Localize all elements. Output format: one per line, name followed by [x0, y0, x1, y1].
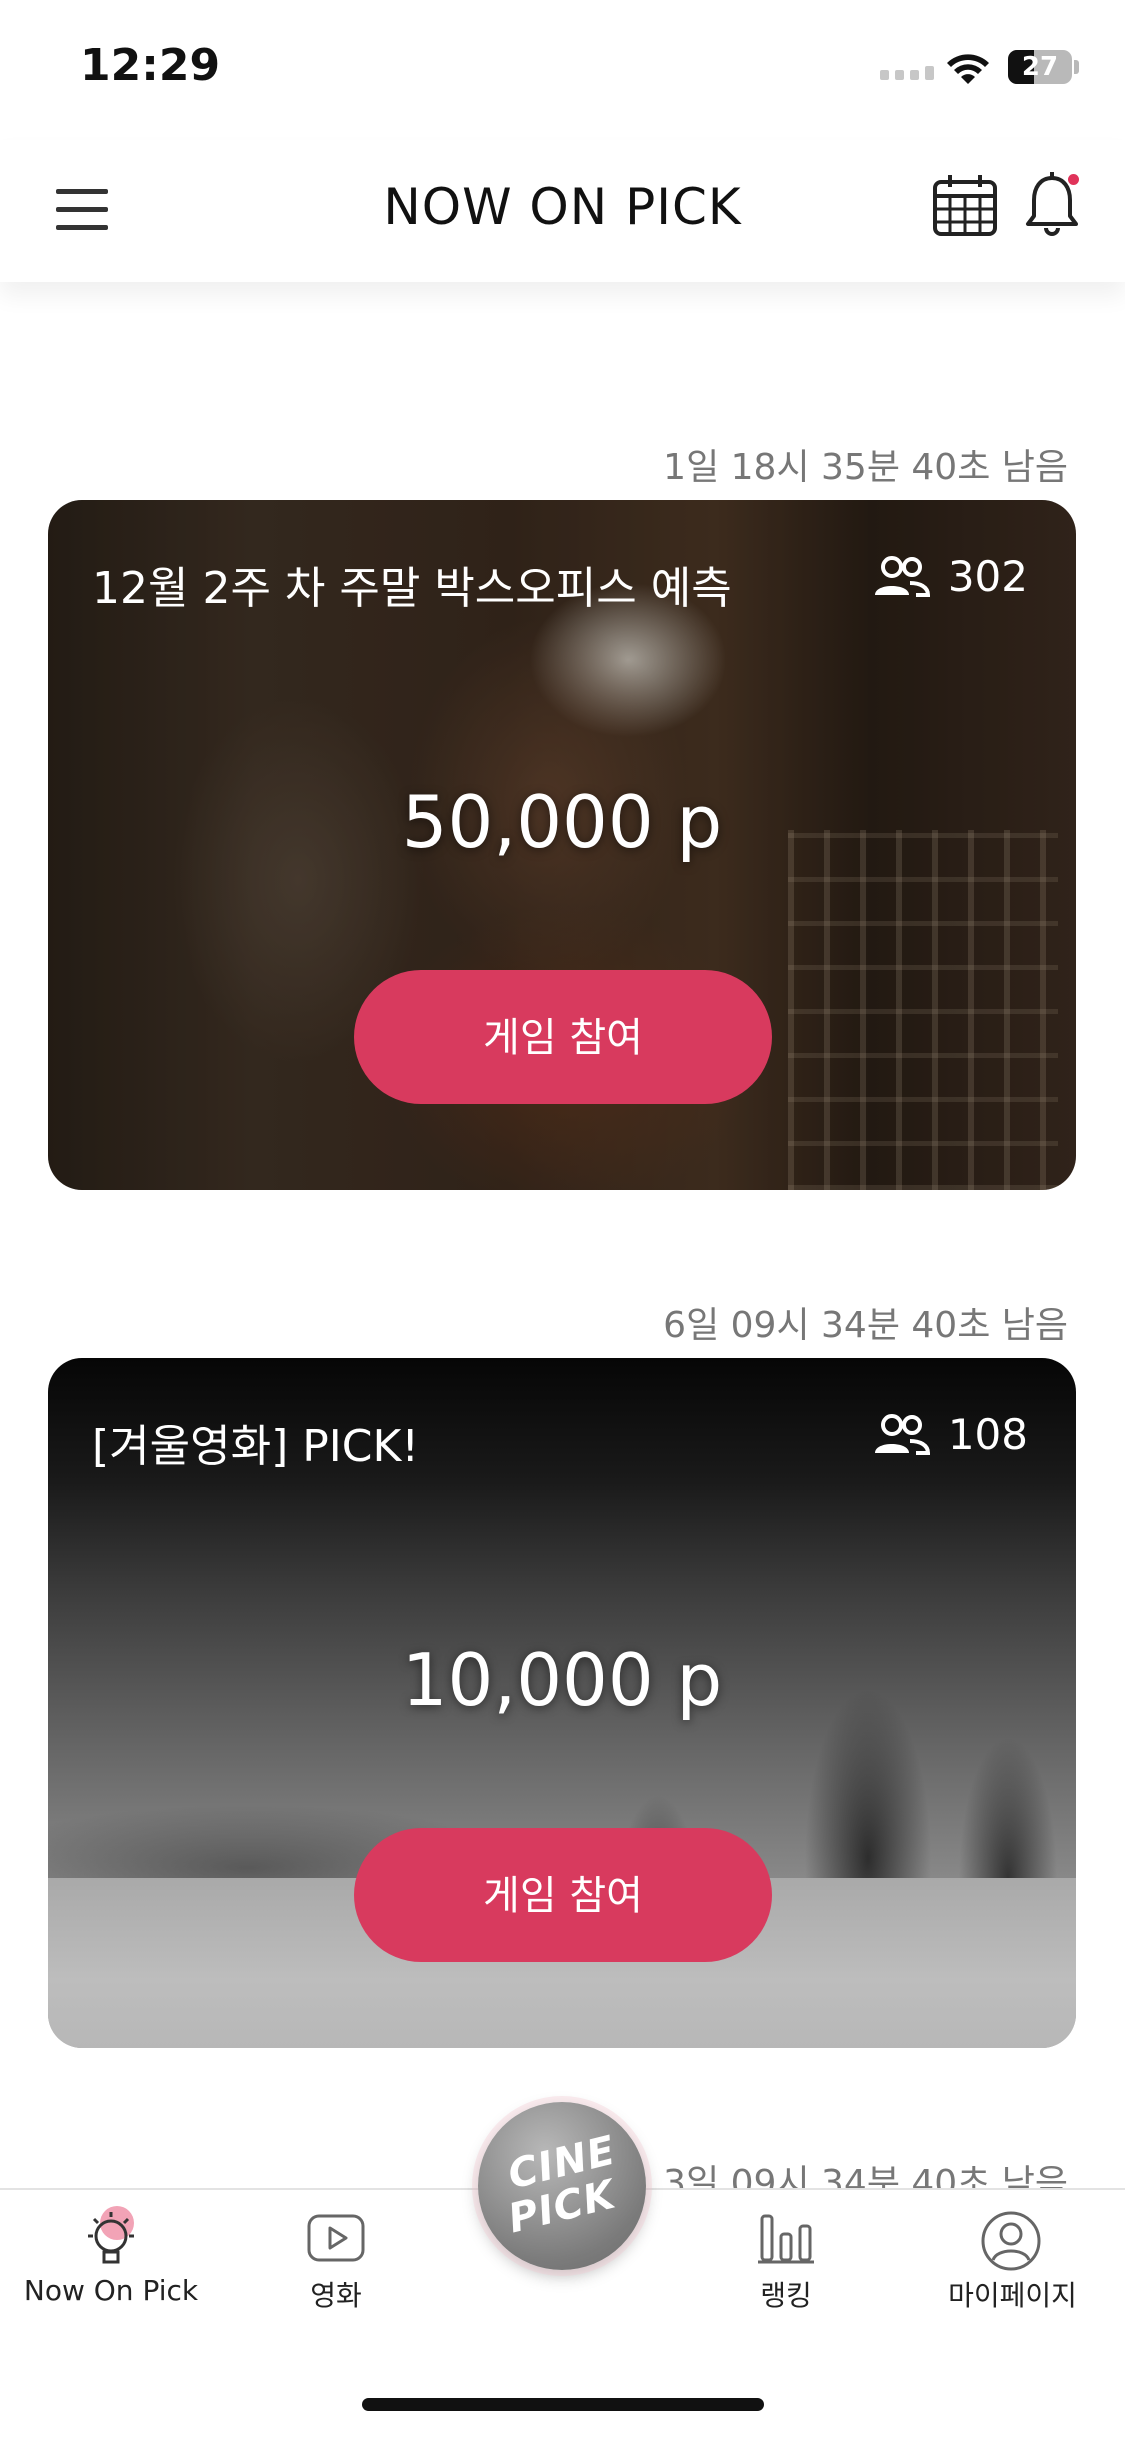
game-card[interactable]: [겨울영화] PICK! 108 10,000 p 게임 참여 [48, 1358, 1076, 2048]
participants: 108 [872, 1410, 1028, 1459]
notification-dot [1068, 174, 1079, 185]
battery-icon: 27 [1008, 50, 1072, 84]
game-card[interactable]: 12월 2주 차 주말 박스오피스 예측 302 50,000 p 게임 참여 [48, 500, 1076, 1190]
cellular-signal-icon [880, 66, 934, 80]
bar-chart-icon [758, 2214, 814, 2264]
calendar-icon[interactable] [930, 170, 1000, 240]
tab-label: Now On Pick [23, 2274, 199, 2307]
join-game-button[interactable]: 게임 참여 [354, 1828, 772, 1962]
prize-points: 50,000 p [401, 780, 723, 864]
tab-label: 마이페이지 [948, 2279, 1077, 2312]
tab-label: 랭킹 [760, 2279, 812, 2312]
prize-points: 10,000 p [401, 1638, 723, 1722]
play-icon [307, 2214, 365, 2262]
people-icon [874, 1413, 930, 1455]
game-countdown: 1일 18시 35분 40초 남음 [663, 447, 1068, 488]
game-title: [겨울영화] PICK! [92, 1421, 419, 1472]
notification-bell-icon[interactable] [1022, 170, 1082, 240]
lightbulb-icon [88, 2212, 134, 2264]
battery-level: 27 [1021, 52, 1059, 82]
join-game-button[interactable]: 게임 참여 [354, 970, 772, 1104]
people-icon [874, 555, 930, 597]
status-bar: 12:29 27 [0, 0, 1125, 140]
home-indicator [362, 2398, 764, 2411]
tab-label: 영화 [310, 2279, 362, 2312]
user-circle-icon [981, 2211, 1041, 2271]
app-header: NOW ON PICK [0, 140, 1125, 282]
wifi-icon [947, 54, 989, 84]
cinepick-logo-button[interactable]: CINE PICK [478, 2102, 646, 2270]
participant-count: 302 [947, 552, 1028, 601]
participant-count: 108 [947, 1410, 1028, 1459]
participants: 302 [872, 552, 1028, 601]
game-countdown: 6일 09시 34분 40초 남음 [663, 1305, 1068, 1346]
status-time: 12:29 [80, 40, 221, 91]
game-title: 12월 2주 차 주말 박스오피스 예측 [92, 563, 732, 614]
